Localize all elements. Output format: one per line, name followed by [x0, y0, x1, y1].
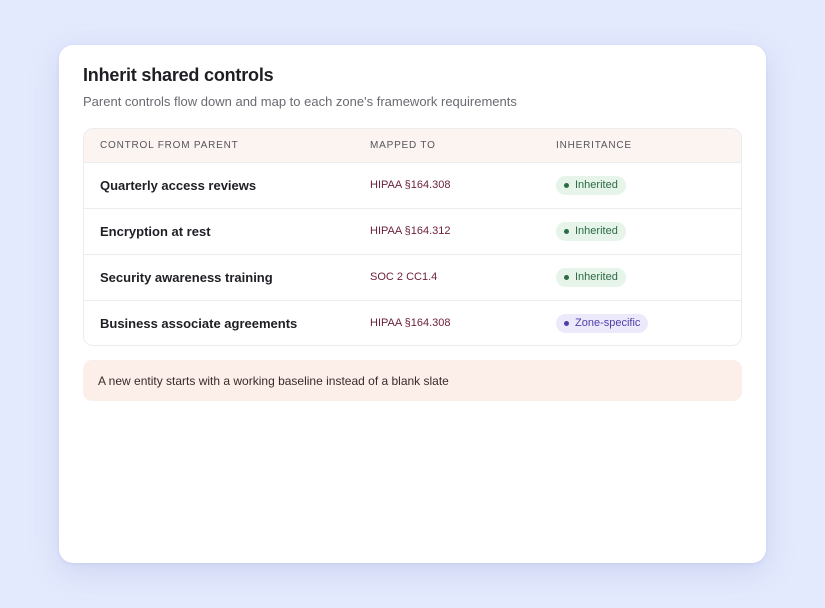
inheritance-badge: Inherited	[556, 268, 626, 287]
mapped-requirement: HIPAA §164.308	[370, 179, 451, 191]
note-text: A new entity starts with a working basel…	[98, 374, 449, 388]
mapped-requirement: HIPAA §164.308	[370, 317, 451, 329]
control-name: Quarterly access reviews	[100, 178, 257, 193]
inheritance-label: Inherited	[575, 179, 618, 191]
controls-table: CONTROL FROM PARENT MAPPED TO INHERITANC…	[83, 128, 742, 346]
table-row: Security awareness training SOC 2 CC1.4 …	[84, 255, 741, 301]
inheritance-label: Zone-specific	[575, 317, 641, 329]
inheritance-label: Inherited	[575, 271, 618, 283]
baseline-note: A new entity starts with a working basel…	[83, 360, 742, 401]
inheritance-badge: Inherited	[556, 222, 626, 241]
control-name: Security awareness training	[100, 270, 273, 285]
status-dot-icon	[564, 183, 569, 188]
table-row: Encryption at rest HIPAA §164.312 Inheri…	[84, 209, 741, 255]
mapped-requirement: HIPAA §164.312	[370, 225, 451, 237]
status-dot-icon	[564, 321, 569, 326]
status-dot-icon	[564, 229, 569, 234]
card-subtitle: Parent controls flow down and map to eac…	[83, 94, 517, 109]
controls-card: Inherit shared controls Parent controls …	[59, 45, 766, 563]
inheritance-badge: Zone-specific	[556, 314, 649, 333]
control-name: Business associate agreements	[100, 316, 298, 331]
control-name: Encryption at rest	[100, 224, 211, 239]
card-title: Inherit shared controls	[83, 65, 274, 85]
table-header: CONTROL FROM PARENT MAPPED TO INHERITANC…	[84, 129, 741, 163]
inheritance-badge: Inherited	[556, 176, 626, 195]
status-dot-icon	[564, 275, 569, 280]
column-header-mapped-to: MAPPED TO	[370, 140, 436, 151]
column-header-control: CONTROL FROM PARENT	[100, 140, 239, 151]
column-header-inheritance: INHERITANCE	[556, 140, 632, 151]
inheritance-label: Inherited	[575, 225, 618, 237]
mapped-requirement: SOC 2 CC1.4	[370, 271, 438, 283]
table-row: Business associate agreements HIPAA §164…	[84, 301, 741, 345]
table-row: Quarterly access reviews HIPAA §164.308 …	[84, 163, 741, 209]
